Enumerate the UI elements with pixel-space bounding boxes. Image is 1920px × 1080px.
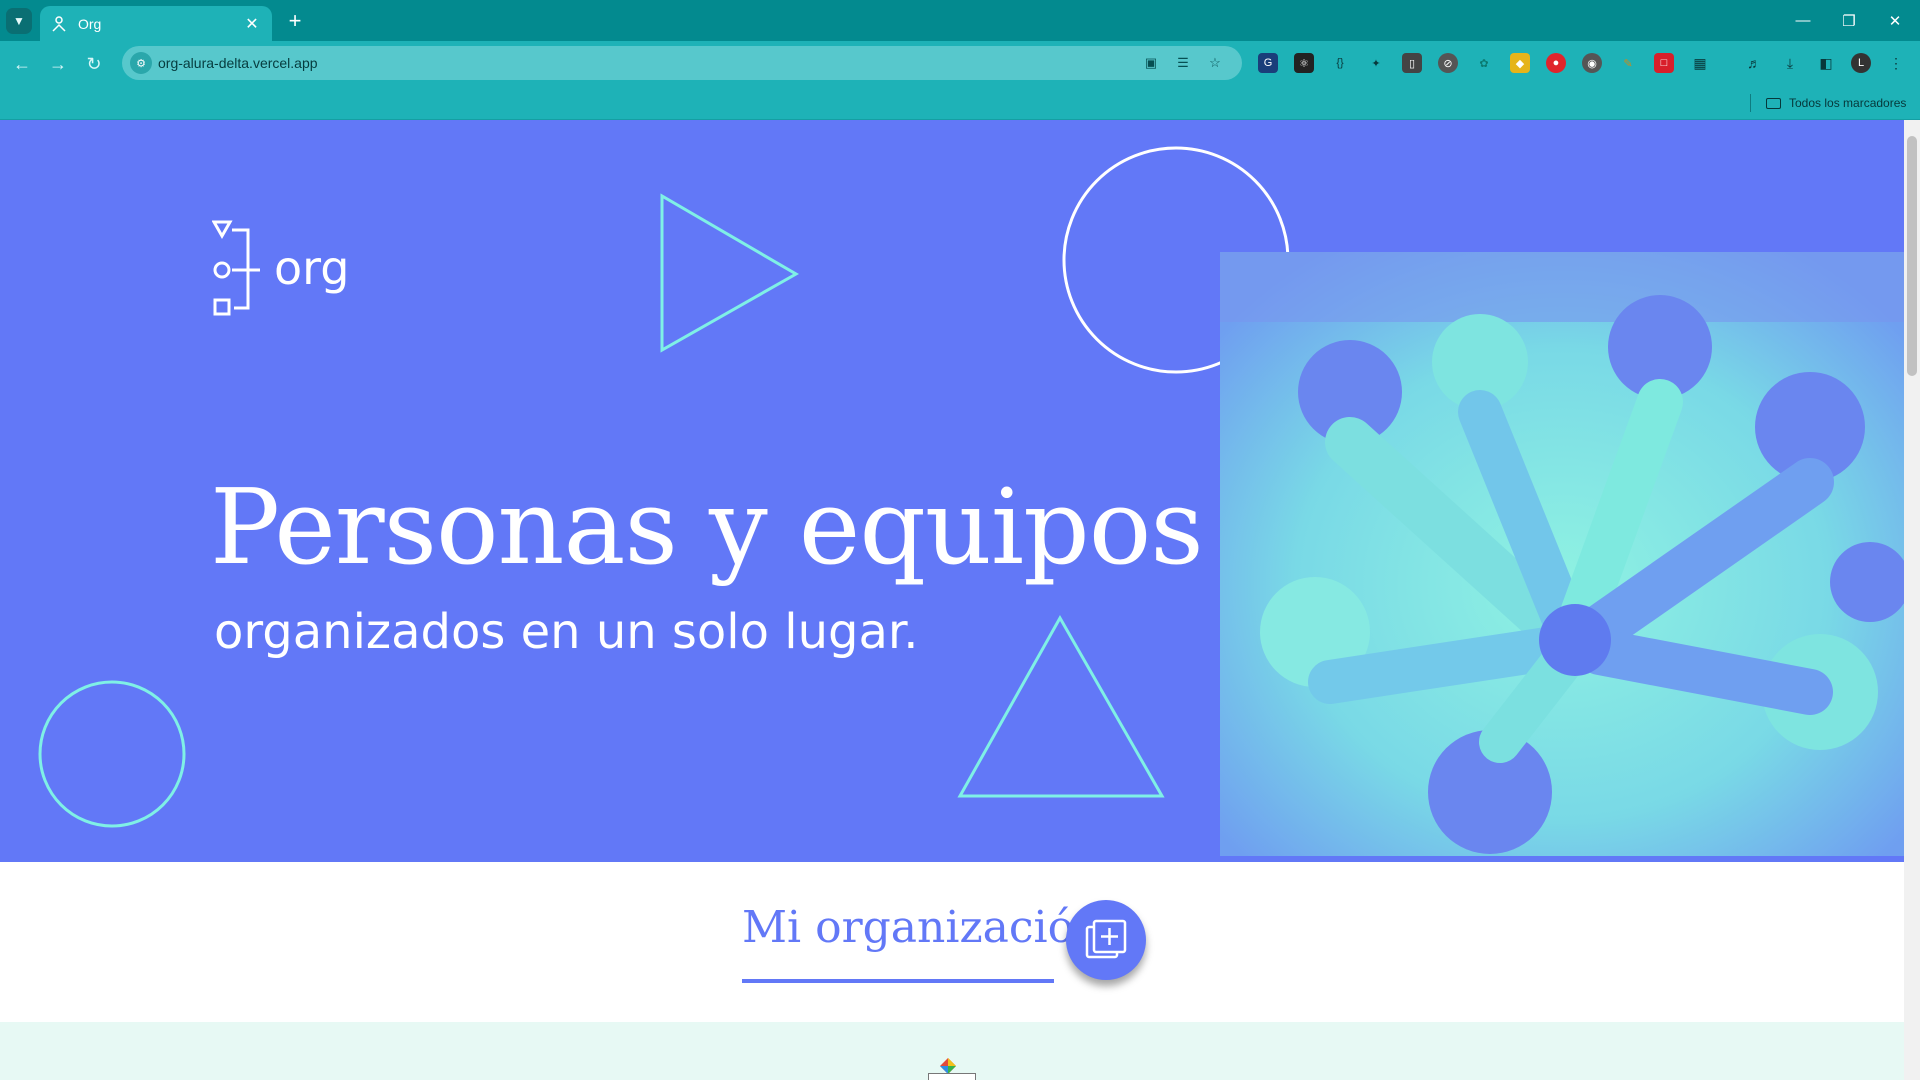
extension-color-icon[interactable]: ◆: [1510, 53, 1530, 73]
org-favicon-icon: [50, 15, 68, 33]
arrow-right-icon: →: [49, 53, 67, 74]
translate-icon[interactable]: ☰: [1174, 54, 1192, 72]
tab-strip: ▼ Org ✕ + — ❐ ✕: [0, 0, 1920, 41]
bookmarks-bar: Todos los marcadores: [0, 86, 1920, 120]
site-info-icon[interactable]: ⚙: [130, 52, 152, 74]
all-bookmarks-button[interactable]: Todos los marcadores: [1766, 94, 1906, 112]
close-window-button[interactable]: ✕: [1872, 0, 1918, 41]
extension-code-icon[interactable]: {}: [1330, 53, 1350, 73]
extension-phone-icon[interactable]: ▯: [1402, 53, 1422, 73]
logo-text: org: [274, 241, 349, 295]
profile-avatar[interactable]: L: [1851, 53, 1871, 73]
reload-icon: ↻: [86, 53, 102, 74]
extension-bird-icon[interactable]: ✦: [1366, 53, 1386, 73]
section-title-underline: [742, 979, 1054, 983]
add-member-button[interactable]: [1066, 900, 1146, 980]
extension-react-icon[interactable]: ⚛: [1294, 53, 1314, 73]
extension-translate-icon[interactable]: G: [1258, 53, 1278, 73]
extensions-puzzle-icon[interactable]: ▦: [1690, 53, 1710, 73]
minimize-button[interactable]: —: [1780, 0, 1826, 41]
colorful-diamond-icon: [940, 1058, 956, 1074]
circle-bottom-left-decoration: [38, 680, 186, 828]
bookmarks-separator: [1750, 94, 1751, 112]
hero-subtitle: organizados en un solo lugar.: [214, 604, 919, 660]
folder-icon: [1766, 97, 1781, 109]
url-text: org-alura-delta.vercel.app: [158, 55, 318, 71]
bookmark-star-icon[interactable]: ☆: [1206, 54, 1224, 72]
reload-button[interactable]: ↻: [80, 50, 108, 78]
extension-pdf-icon[interactable]: □: [1654, 53, 1674, 73]
all-bookmarks-label: Todos los marcadores: [1789, 96, 1907, 110]
new-tab-button[interactable]: +: [282, 8, 308, 34]
chevron-down-icon: ▼: [13, 14, 25, 28]
my-organization-section: Mi organización: [0, 862, 1904, 1022]
triangle-right-decoration: [660, 193, 800, 353]
page-viewport: org Personas y equipos organizados en un…: [0, 120, 1904, 1080]
team-photo: [1220, 252, 1904, 856]
arrow-left-icon: ←: [13, 53, 31, 74]
side-panel-icon[interactable]: ◧: [1816, 53, 1836, 73]
restore-button[interactable]: ❐: [1826, 0, 1872, 41]
tab-search-button[interactable]: ▼: [6, 8, 32, 34]
add-square-icon: [1085, 919, 1127, 959]
teams-area: [0, 1022, 1904, 1080]
browser-toolbar: ← → ↻ ⚙ org-alura-delta.vercel.app ▣ ☰ ☆…: [0, 41, 1920, 86]
media-controls-icon[interactable]: ♬: [1744, 53, 1764, 73]
extension-android-icon[interactable]: ◉: [1582, 53, 1602, 73]
extension-shield-icon[interactable]: ●: [1546, 53, 1566, 73]
scrollbar-thumb[interactable]: [1907, 136, 1917, 376]
install-app-icon[interactable]: ▣: [1142, 54, 1160, 72]
back-button[interactable]: ←: [8, 50, 36, 78]
extension-block-icon[interactable]: ⊘: [1438, 53, 1458, 73]
extension-leaf-icon[interactable]: ✿: [1474, 53, 1494, 73]
triangle-up-decoration: [957, 614, 1165, 798]
address-bar[interactable]: ⚙ org-alura-delta.vercel.app ▣ ☰ ☆: [122, 46, 1242, 80]
color-input-box[interactable]: [928, 1073, 976, 1080]
tab-title: Org: [78, 15, 102, 32]
menu-kebab-icon[interactable]: ⋮: [1886, 53, 1906, 73]
org-logo: org: [212, 220, 349, 316]
hero-banner: org Personas y equipos organizados en un…: [0, 120, 1904, 862]
hero-title: Personas y equipos: [210, 466, 1204, 588]
forward-button[interactable]: →: [44, 50, 72, 78]
close-tab-icon[interactable]: ✕: [242, 14, 262, 34]
extension-brush-icon[interactable]: ✎: [1618, 53, 1638, 73]
section-title: Mi organización: [742, 902, 1103, 953]
active-tab[interactable]: Org ✕: [40, 6, 272, 41]
download-icon[interactable]: ⤓: [1780, 53, 1800, 73]
